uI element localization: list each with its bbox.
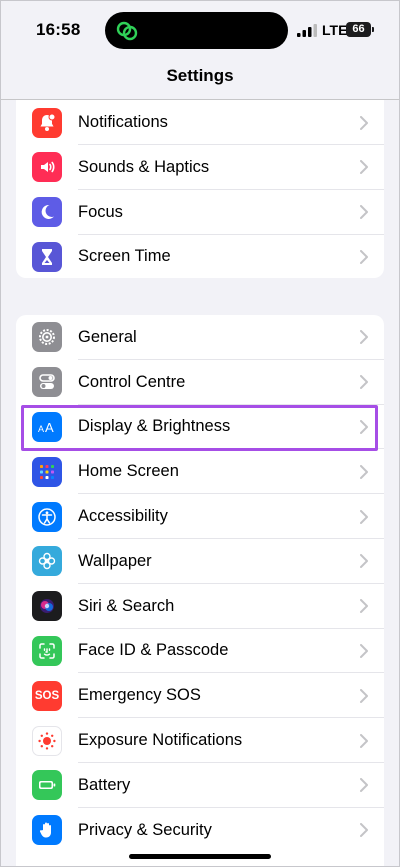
battery-level: 66 — [346, 22, 371, 37]
row-label: Sounds & Haptics — [78, 157, 210, 176]
face-id-icon — [32, 635, 62, 666]
exposure-icon — [32, 725, 62, 756]
dynamic-island[interactable] — [105, 12, 288, 49]
chevron-right-icon — [360, 464, 368, 479]
row-label: Privacy & Security — [78, 820, 212, 839]
row-label: Home Screen — [78, 462, 179, 481]
row-label: Control Centre — [78, 372, 186, 391]
row-label: General — [78, 327, 137, 346]
row-label: Screen Time — [78, 247, 171, 266]
highlight-box — [21, 405, 378, 451]
settings-row-privacy-security[interactable]: Privacy & Security — [16, 808, 384, 853]
link-icon — [116, 21, 138, 41]
settings-row-focus[interactable]: Focus — [16, 190, 384, 235]
settings-row-emergency-sos[interactable]: SOS Emergency SOS — [16, 673, 384, 719]
settings-row-face-id-passcode[interactable]: Face ID & Passcode — [16, 629, 384, 674]
chevron-right-icon — [360, 115, 368, 130]
chevron-right-icon — [360, 778, 368, 793]
status-bar: 16:58 LTE 66 — [0, 0, 400, 60]
moon-icon — [32, 197, 62, 228]
gear-icon — [32, 322, 62, 353]
settings-row-home-screen[interactable]: Home Screen — [16, 449, 384, 495]
settings-row-wallpaper[interactable]: Wallpaper — [16, 539, 384, 584]
settings-group-1: Notifications Sounds & Haptics Focus Scr… — [16, 100, 384, 278]
siri-icon — [32, 591, 62, 622]
battery-tip — [372, 27, 374, 32]
toggles-icon — [32, 367, 62, 398]
battery-icon — [32, 770, 62, 801]
row-label: Notifications — [78, 113, 168, 131]
chevron-right-icon — [360, 643, 368, 658]
settings-row-sounds-haptics[interactable]: Sounds & Haptics — [16, 145, 384, 190]
flower-icon — [32, 546, 62, 577]
chevron-right-icon — [360, 733, 368, 748]
chevron-right-icon — [360, 205, 368, 220]
chevron-right-icon — [360, 375, 368, 390]
row-label: Emergency SOS — [78, 686, 201, 705]
speaker-icon — [32, 152, 62, 183]
page-title: Settings — [166, 66, 234, 85]
chevron-right-icon — [360, 823, 368, 838]
cellular-signal-icon — [297, 24, 317, 37]
home-indicator[interactable] — [129, 854, 271, 859]
row-label: Battery — [78, 775, 131, 794]
chevron-right-icon — [360, 554, 368, 569]
hand-icon — [32, 815, 62, 846]
row-label: Wallpaper — [78, 551, 152, 570]
sos-icon: SOS — [32, 680, 62, 711]
row-label: Focus — [78, 202, 123, 221]
settings-row-general[interactable]: General — [16, 315, 384, 360]
chevron-right-icon — [360, 599, 368, 614]
settings-row-notifications[interactable]: Notifications — [16, 100, 384, 145]
row-label: Accessibility — [78, 507, 168, 526]
settings-row-battery[interactable]: Battery — [16, 763, 384, 808]
chevron-right-icon — [360, 509, 368, 524]
row-label: Face ID & Passcode — [78, 641, 229, 660]
row-label: Siri & Search — [78, 596, 175, 615]
chevron-right-icon — [360, 330, 368, 345]
settings-group-2: General Control Centre AA Display & Brig… — [16, 315, 384, 867]
settings-row-exposure-notifications[interactable]: Exposure Notifications — [16, 718, 384, 763]
row-label: Exposure Notifications — [78, 731, 243, 750]
chevron-right-icon — [360, 249, 368, 264]
chevron-right-icon — [360, 160, 368, 175]
settings-row-control-centre[interactable]: Control Centre — [16, 360, 384, 405]
accessibility-icon — [32, 501, 62, 532]
settings-row-accessibility[interactable]: Accessibility — [16, 494, 384, 539]
home-grid-icon — [32, 456, 62, 487]
settings-row-screen-time[interactable]: Screen Time — [16, 235, 384, 280]
settings-row-siri-search[interactable]: Siri & Search — [16, 584, 384, 629]
network-type: LTE — [322, 22, 348, 38]
chevron-right-icon — [360, 688, 368, 703]
hourglass-icon — [32, 241, 62, 272]
bell-icon — [32, 107, 62, 138]
clock: 16:58 — [36, 20, 81, 39]
